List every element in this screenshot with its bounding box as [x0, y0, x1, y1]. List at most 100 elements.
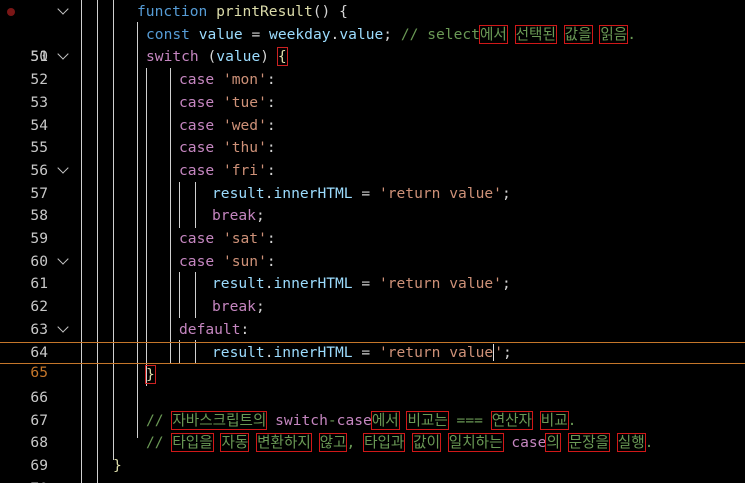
variable: result — [212, 184, 265, 202]
annotated-word: 일치하는 — [447, 433, 504, 453]
keyword: case — [179, 93, 215, 111]
string: 'return value' — [378, 184, 502, 202]
code-text: break; — [212, 205, 265, 228]
chevron-down-icon[interactable] — [57, 162, 69, 174]
punctuation: . — [264, 343, 274, 361]
keyword: case — [179, 230, 215, 247]
comment: . — [644, 434, 654, 452]
property: innerHTML — [273, 275, 353, 293]
punctuation: : — [266, 252, 276, 270]
string: 'mon' — [222, 71, 267, 89]
comment: === — [447, 411, 492, 429]
variable: value — [198, 25, 243, 43]
code-line[interactable]: 58 result.innerHTML = 'return value'; — [0, 183, 745, 225]
breakpoint-dot[interactable] — [7, 8, 15, 16]
string: 'sat' — [222, 230, 267, 247]
string: ' — [494, 343, 503, 361]
chevron-down-icon[interactable] — [57, 321, 69, 333]
variable: result — [212, 343, 265, 361]
code-text: // 자바스크립트의 switch-case에서 비교는 === 연산자 비교. — [146, 410, 576, 433]
annotated-word: 자동 — [220, 433, 250, 453]
keyword: const — [146, 25, 190, 43]
code-line[interactable]: 67 — [0, 387, 745, 429]
code-text: case 'fri': — [179, 160, 276, 183]
code-line[interactable]: 56 case 'thu': — [0, 137, 745, 179]
code-text: // 타입을 자동 변환하지 않고, 타입과 값이 일치하는 case의 문장을… — [146, 432, 653, 455]
operator: = — [352, 343, 379, 361]
keyword: case — [179, 71, 215, 89]
code-line[interactable]: 61 case 'sun': — [0, 251, 745, 293]
code-line[interactable]: 53 case 'mon': — [0, 69, 745, 111]
annotated-word: 타입과 — [363, 433, 406, 453]
keyword: break — [212, 207, 256, 225]
keyword: switch — [146, 48, 199, 66]
comment: - — [327, 411, 337, 429]
comment-keyword: case — [511, 434, 547, 452]
comment-keyword: case — [336, 411, 372, 429]
code-line[interactable]: 68 // 자바스크립트의 switch-case에서 비교는 === 연산자 … — [0, 410, 745, 451]
annotated-word: 연산자 — [490, 410, 533, 430]
code-text: break; — [212, 296, 265, 319]
code-text: case 'tue': — [179, 92, 276, 115]
code-text: case 'sun': — [179, 251, 276, 274]
code-line[interactable]: 52 switch (value) { — [0, 46, 745, 88]
code-line[interactable]: 51 const value = weekday.value; // selec… — [0, 24, 745, 65]
annotated-word: 타입을 — [171, 433, 214, 453]
code-line[interactable]: 55 case 'wed': — [0, 115, 745, 157]
code-line[interactable]: 62 result.innerHTML = 'return value'; — [0, 273, 745, 315]
punctuation: ; — [383, 25, 401, 43]
code-line[interactable]: 64 default: — [0, 319, 745, 361]
code-line[interactable]: 59 break; — [0, 205, 745, 247]
annotated-word: 값이 — [412, 433, 441, 453]
chevron-down-icon[interactable] — [57, 48, 69, 61]
string: 'fri' — [222, 161, 267, 179]
code-text: case 'thu': — [179, 137, 276, 160]
punctuation: : — [266, 93, 276, 111]
annotated-word: 비교는 — [406, 410, 449, 430]
code-text: case 'wed': — [179, 115, 276, 138]
code-text: case 'sat': — [179, 228, 276, 251]
punctuation: : — [266, 139, 276, 157]
code-text: function printResult() { — [137, 1, 348, 24]
string: 'wed' — [222, 116, 267, 134]
string: 'thu' — [222, 139, 267, 157]
chevron-down-icon[interactable] — [57, 3, 69, 15]
comment: . — [567, 411, 577, 429]
comment: // — [146, 434, 173, 452]
variable: weekday — [269, 25, 331, 43]
string: 'tue' — [222, 93, 267, 111]
annotated-word: 변환하지 — [256, 433, 312, 453]
string: 'return value — [378, 343, 494, 361]
code-text: default: — [179, 319, 249, 342]
annotated-word: 문장을 — [567, 433, 610, 453]
punctuation: ; — [501, 275, 511, 293]
code-text: result.innerHTML = 'return value'; — [212, 183, 511, 206]
punctuation: ; — [502, 343, 512, 361]
chevron-down-icon[interactable] — [57, 253, 69, 265]
annotated-word: 에서 — [370, 410, 400, 430]
punctuation: . — [264, 275, 274, 293]
annotated-word: 않고 — [318, 433, 348, 453]
annotated-word: 실행 — [616, 433, 646, 453]
comment: , — [346, 434, 356, 452]
code-line[interactable]: 70 } — [0, 455, 745, 483]
code-line[interactable]: 63 break; — [0, 296, 745, 338]
code-line[interactable]: 60 case 'sat': — [0, 228, 745, 270]
code-line[interactable]: 57 case 'fri': — [0, 160, 745, 202]
keyword: default — [179, 320, 241, 338]
code-line[interactable]: 54 case 'tue': — [0, 92, 745, 134]
annotated-word: 비교 — [539, 410, 569, 430]
punctuation: : — [266, 230, 276, 247]
keyword: function — [137, 3, 208, 20]
code-line[interactable]: 50 function printResult() { — [0, 1, 745, 65]
variable: result — [212, 275, 265, 293]
annotated-word: 값을 — [563, 24, 593, 44]
code-line[interactable]: 69 // 타입을 자동 변환하지 않고, 타입과 값이 일치하는 case의 … — [0, 432, 745, 474]
punctuation: : — [240, 320, 250, 338]
current-code-line[interactable]: 65 result.innerHTML = 'return value'; — [0, 341, 745, 381]
property: innerHTML — [273, 343, 353, 361]
punctuation: ; — [255, 207, 265, 225]
code-editor[interactable]: 50 function printResult() { 51 const val… — [0, 0, 745, 483]
code-line[interactable]: 66 } — [0, 364, 745, 406]
comment-keyword: switch — [275, 411, 328, 429]
